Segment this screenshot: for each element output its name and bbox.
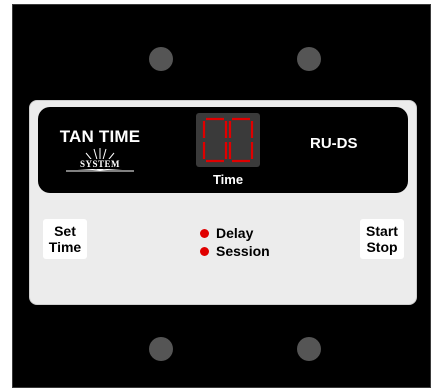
- delay-led-icon: [200, 228, 209, 238]
- brand-logo: TAN TIME SYSTEM: [50, 127, 150, 172]
- time-label: Time: [212, 172, 244, 187]
- set-time-button[interactable]: Set Time: [43, 219, 87, 259]
- display-panel: TAN TIME SYSTEM Time RU-DS: [38, 107, 408, 193]
- brand-subtitle: SYSTEM: [64, 159, 136, 169]
- session-indicator: Session: [200, 243, 270, 259]
- delay-indicator: Delay: [200, 225, 253, 241]
- screw-top-left: [149, 47, 173, 71]
- start-stop-line1: Start: [366, 223, 398, 239]
- start-stop-line2: Stop: [366, 239, 398, 255]
- delay-label: Delay: [216, 225, 254, 241]
- brand-emblem: SYSTEM: [50, 148, 150, 172]
- timer-device: TAN TIME SYSTEM Time RU-DS Set Time Dela…: [12, 4, 431, 388]
- set-time-line2: Time: [48, 239, 82, 255]
- start-stop-button[interactable]: Start Stop: [360, 219, 404, 259]
- session-led-icon: [200, 246, 209, 256]
- brand-title: TAN TIME: [59, 127, 141, 146]
- control-panel: TAN TIME SYSTEM Time RU-DS Set Time Dela…: [29, 100, 417, 305]
- screw-top-right: [297, 47, 321, 71]
- session-label: Session: [216, 243, 270, 259]
- screw-bottom-left: [149, 337, 173, 361]
- set-time-line1: Set: [54, 223, 76, 239]
- screw-bottom-right: [297, 337, 321, 361]
- seven-segment-digits: [202, 117, 254, 163]
- timer-readout: [196, 113, 260, 167]
- model-label: RU-DS: [310, 135, 358, 152]
